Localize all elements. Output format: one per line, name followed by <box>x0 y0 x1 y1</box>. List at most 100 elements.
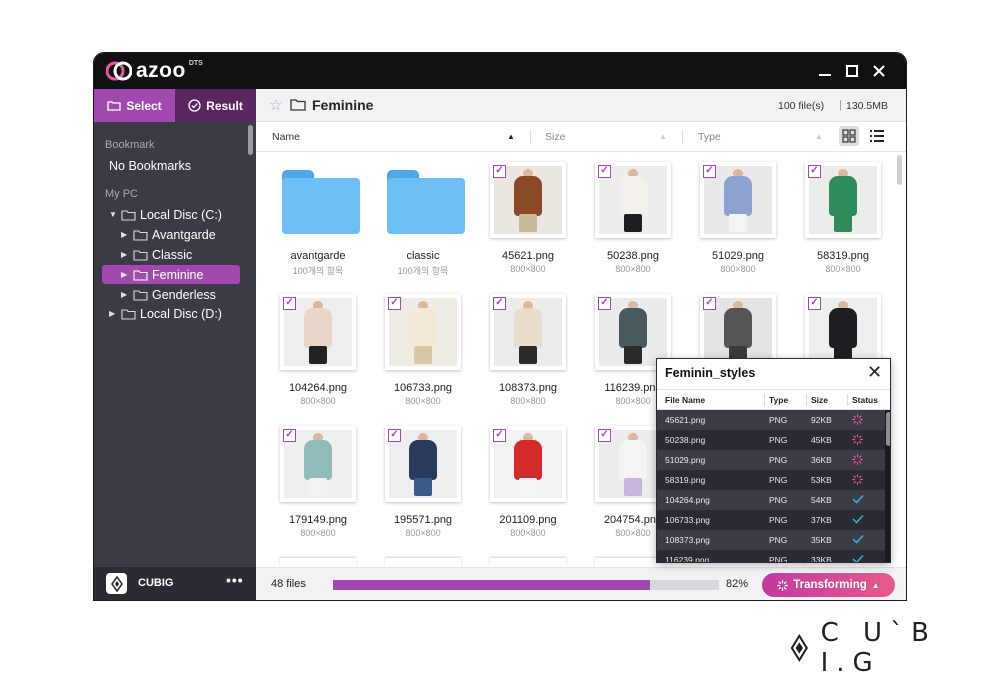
chevron-down-icon: ▼ <box>109 210 117 219</box>
check-icon[interactable]: ✓ <box>388 297 401 310</box>
image-thumbnail: ✓ <box>490 294 566 370</box>
file-count: 100 file(s) <box>778 100 825 112</box>
more-options-button[interactable]: ••• <box>226 572 244 588</box>
popup-row: 51029.png PNG 36KB <box>657 450 885 470</box>
check-icon[interactable]: ✓ <box>283 429 296 442</box>
done-check-icon <box>852 534 864 544</box>
brand-text: C U`B I.G <box>820 618 937 678</box>
column-divider <box>764 394 765 406</box>
tab-result[interactable]: Result <box>175 89 256 122</box>
tree-item-feminine[interactable]: ▶ Feminine <box>121 265 203 284</box>
image-tile[interactable]: ✓ 201109.png 800×800 <box>476 426 571 546</box>
check-icon[interactable]: ✓ <box>808 165 821 178</box>
tab-select[interactable]: Select <box>94 89 175 122</box>
file-meta: 100개의 항목 <box>292 266 344 276</box>
main-scrollbar[interactable] <box>897 155 902 185</box>
popup-scroll-thumb[interactable] <box>886 412 890 446</box>
maximize-button[interactable] <box>843 62 861 80</box>
file-meta: 800×800 <box>615 264 651 274</box>
folder-size: 130.5MB <box>846 100 889 112</box>
check-icon[interactable]: ✓ <box>283 297 296 310</box>
image-tile[interactable]: ✓ 195571.png 800×800 <box>371 426 466 546</box>
popup-file-size: 54KB <box>811 495 832 505</box>
tree-item-genderless[interactable]: ▶ Genderless <box>121 285 216 304</box>
tree-item-local-disc-c[interactable]: ▼ Local Disc (C:) <box>109 205 222 224</box>
image-tile[interactable]: ✓ 58319.png 800×800 <box>791 162 886 282</box>
list-view-icon[interactable] <box>870 129 884 143</box>
file-meta: 800×800 <box>720 264 756 274</box>
folder-icon <box>133 269 148 281</box>
popup-file-type: PNG <box>769 555 788 563</box>
image-tile[interactable]: ✓ 45621.png 800×800 <box>476 162 571 282</box>
check-icon[interactable]: ✓ <box>493 429 506 442</box>
check-icon[interactable]: ✓ <box>703 165 716 178</box>
tree-item-label: Classic <box>152 247 193 262</box>
popup-close-icon[interactable]: ✕ <box>867 362 882 383</box>
status-bar: 48 files 82% Transforming ▲ <box>256 567 906 600</box>
check-icon[interactable]: ✓ <box>493 297 506 310</box>
check-icon[interactable]: ✓ <box>493 165 506 178</box>
check-icon[interactable]: ✓ <box>703 297 716 310</box>
tree-item-local-disc-d[interactable]: ▶ Local Disc (D:) <box>109 304 222 323</box>
column-size[interactable]: Size <box>545 131 565 143</box>
close-icon <box>873 65 885 77</box>
minimize-icon <box>819 74 831 76</box>
folder-tile[interactable]: avantgarde 100개의 항목 <box>266 162 361 282</box>
file-meta: 800×800 <box>510 264 546 274</box>
file-name: 106733.png <box>393 382 453 394</box>
image-thumbnail <box>490 558 566 567</box>
check-icon[interactable]: ✓ <box>598 429 611 442</box>
file-meta: 800×800 <box>510 396 546 406</box>
tab-select-label: Select <box>126 98 162 113</box>
file-name: 104264.png <box>288 382 348 394</box>
transforming-button[interactable]: Transforming ▲ <box>762 573 895 597</box>
image-tile[interactable]: ✓ 108373.png 800×800 <box>476 294 571 414</box>
progress-bar <box>333 580 719 590</box>
minimize-button[interactable] <box>816 62 834 80</box>
popup-file-status <box>852 434 863 447</box>
tree-item-label: Genderless <box>152 287 216 302</box>
popup-file-type: PNG <box>769 515 788 525</box>
folder-tile[interactable]: classic 100개의 항목 <box>371 162 466 282</box>
popup-file-name: 104264.png <box>665 495 710 505</box>
done-check-icon <box>852 494 864 504</box>
image-thumbnail: ✓ <box>595 162 671 238</box>
image-tile[interactable]: ✓ 51029.png 800×800 <box>686 162 781 282</box>
tree-item-classic[interactable]: ▶ Classic <box>121 245 192 264</box>
popup-scrollbar[interactable] <box>885 410 890 562</box>
mypc-header: My PC <box>105 188 138 200</box>
check-icon[interactable]: ✓ <box>808 297 821 310</box>
file-meta: 800×800 <box>300 396 336 406</box>
chevron-up-icon: ▲ <box>871 580 880 590</box>
popup-file-status <box>852 494 864 506</box>
popup-file-size: 33KB <box>811 555 832 563</box>
grid-icon <box>842 129 856 143</box>
image-tile[interactable]: ✓ 104264.png 800×800 <box>266 294 361 414</box>
check-icon[interactable]: ✓ <box>388 429 401 442</box>
sort-up-icon[interactable]: ▲ <box>815 132 823 141</box>
check-icon[interactable]: ✓ <box>598 165 611 178</box>
close-button[interactable] <box>870 62 888 80</box>
app-logo: azoo DTS <box>106 59 203 82</box>
sort-up-icon[interactable]: ▲ <box>659 132 667 141</box>
account-name: CUBIG <box>138 577 174 589</box>
current-folder-title: Feminine <box>312 97 374 113</box>
folder-icon <box>290 99 306 111</box>
image-thumbnail: ✓ <box>280 294 356 370</box>
popup-row: 116239.png PNG 33KB <box>657 550 885 563</box>
sort-up-icon[interactable]: ▲ <box>507 132 515 141</box>
column-name[interactable]: Name <box>272 131 300 143</box>
popup-file-type: PNG <box>769 535 788 545</box>
image-tile[interactable]: ✓ 106733.png 800×800 <box>371 294 466 414</box>
file-name: classic <box>406 250 440 262</box>
grid-view-button[interactable] <box>839 126 859 146</box>
popup-file-status <box>852 514 864 526</box>
sidebar-scrollbar[interactable] <box>248 125 253 155</box>
tree-item-label: Local Disc (C:) <box>140 207 222 222</box>
column-type[interactable]: Type <box>698 131 721 143</box>
tree-item-avantgarde[interactable]: ▶ Avantgarde <box>121 225 216 244</box>
image-tile[interactable]: ✓ 50238.png 800×800 <box>581 162 676 282</box>
image-tile[interactable]: ✓ 179149.png 800×800 <box>266 426 361 546</box>
check-icon[interactable]: ✓ <box>598 297 611 310</box>
star-icon[interactable]: ☆ <box>269 96 282 114</box>
